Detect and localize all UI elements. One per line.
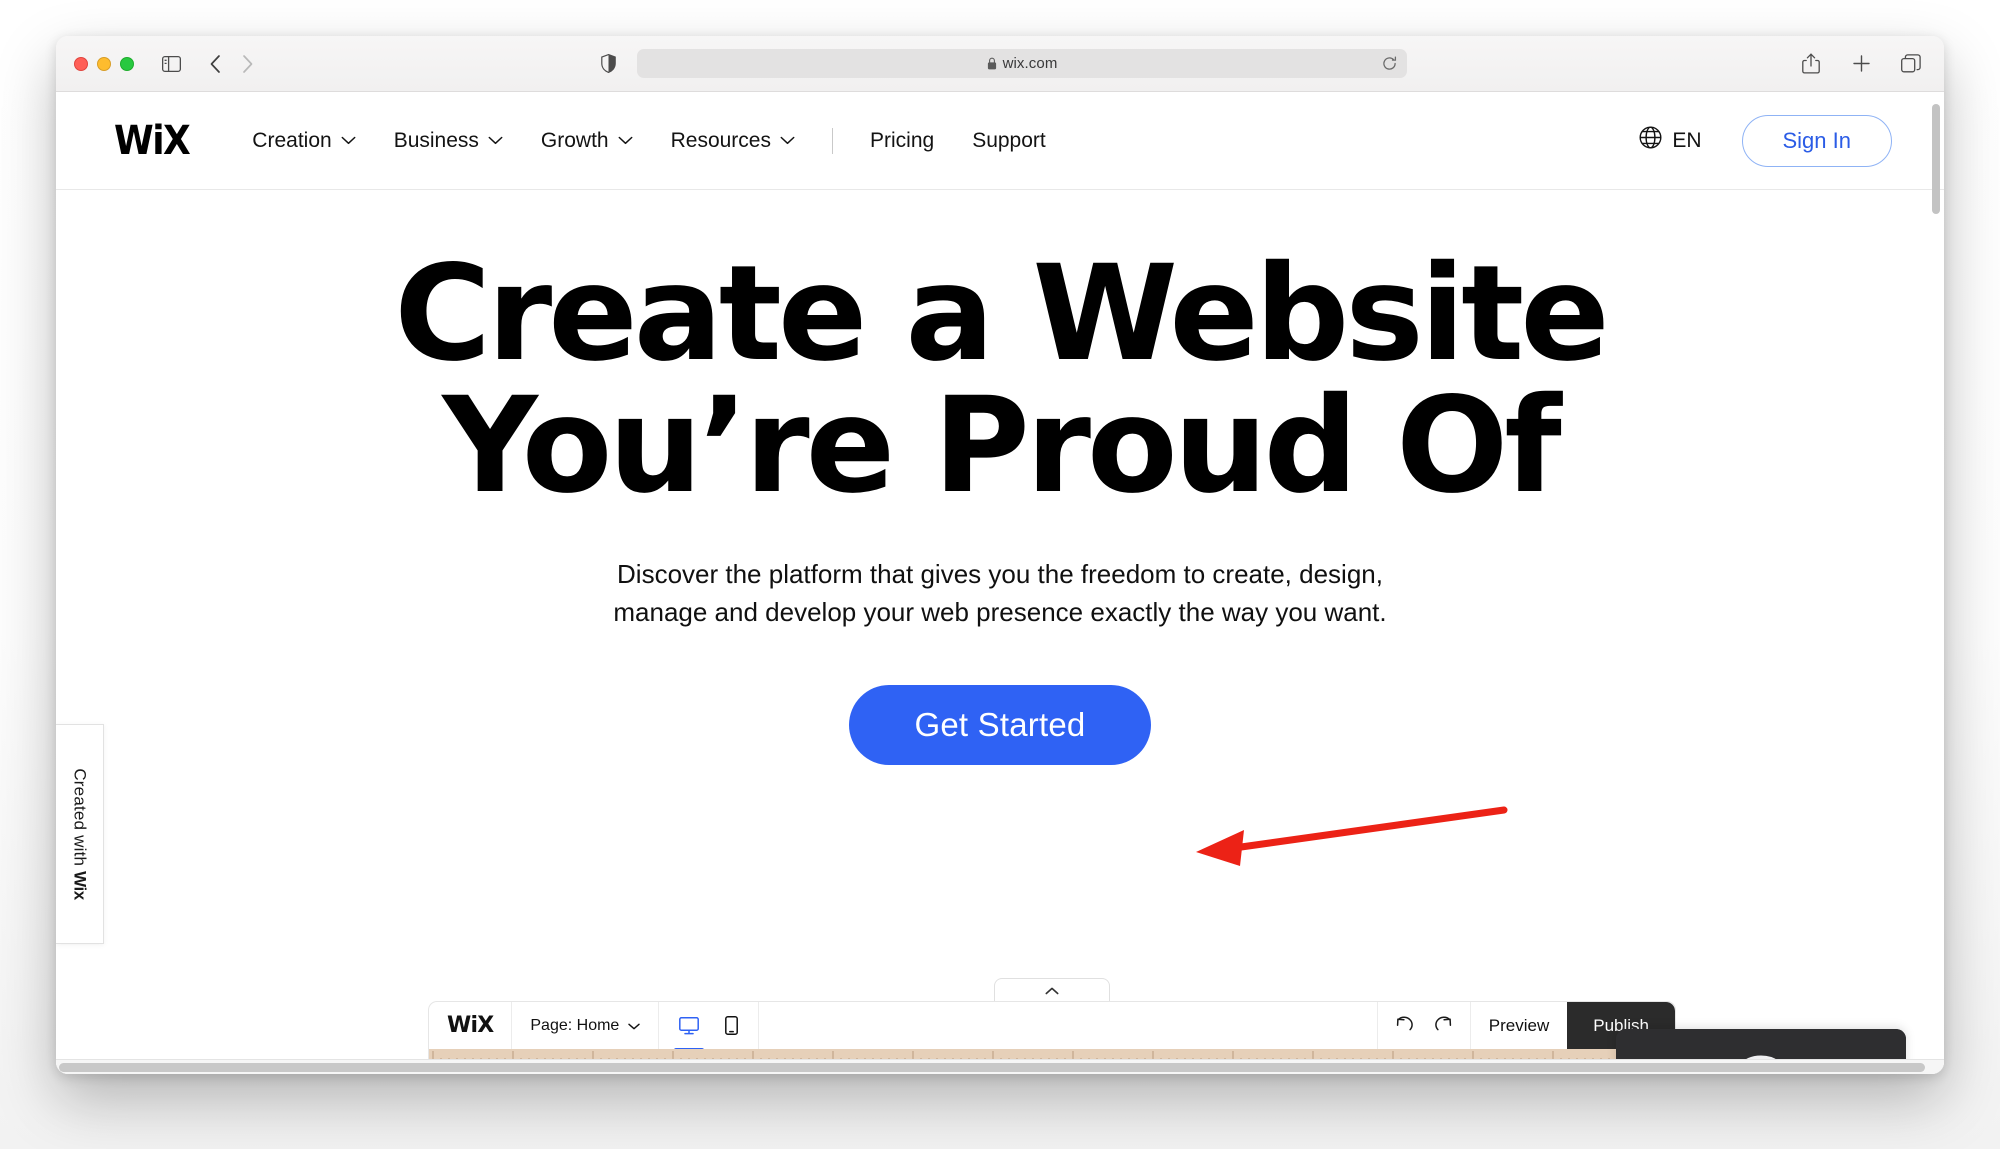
preview-label: Preview [1488, 1015, 1550, 1035]
nav-item-pricing[interactable]: Pricing [851, 121, 953, 161]
reload-icon[interactable] [1382, 56, 1397, 71]
chevron-down-icon [488, 136, 503, 145]
nav-label: Growth [540, 128, 609, 152]
toolbar-right-actions [1796, 49, 1926, 79]
privacy-shield-icon[interactable] [593, 49, 623, 79]
site-header: WiX Creation Business Growth Resources P… [56, 92, 1944, 190]
page-selector[interactable]: Page: Home [512, 1002, 660, 1049]
page-selector-label: Page: Home [530, 1016, 620, 1034]
close-window-button[interactable] [74, 56, 88, 71]
url-bar[interactable]: wix.com [637, 49, 1407, 78]
chevron-down-icon [341, 136, 356, 145]
desktop-icon[interactable] [674, 1013, 705, 1049]
created-with-prefix: Created with [70, 768, 90, 872]
url-text: wix.com [1002, 55, 1058, 72]
cta-container: Get Started [56, 685, 1944, 766]
nav-divider [831, 127, 833, 154]
chevron-up-icon[interactable] [994, 978, 1110, 1002]
header-right-actions: EN Sign In [1629, 114, 1892, 167]
share-icon[interactable] [1796, 49, 1826, 79]
nav-label: Pricing [869, 128, 935, 152]
editor-wix-logo[interactable]: WiX [429, 1002, 513, 1049]
created-with-brand: Wix [70, 871, 90, 900]
horizontal-scrollbar[interactable] [56, 1059, 1944, 1074]
nav-item-resources[interactable]: Resources [652, 121, 814, 161]
minimize-window-button[interactable] [97, 56, 111, 71]
view-mode-toggles [659, 1002, 760, 1049]
page-title: Create a Website You’re Proud Of [300, 248, 1700, 512]
language-code: EN [1672, 128, 1702, 152]
created-with-wix-badge[interactable]: Created with Wix [56, 724, 104, 944]
redo-icon[interactable] [1434, 1015, 1452, 1036]
hero-title-line-1: Create a Website [394, 237, 1610, 391]
mobile-icon[interactable] [723, 1012, 740, 1039]
editor-toolbar-spacer [759, 1002, 1378, 1049]
main-navigation: Creation Business Growth Resources Prici… [233, 121, 1064, 161]
page-viewport: WiX Creation Business Growth Resources P… [56, 92, 1944, 1074]
maximize-window-button[interactable] [120, 56, 134, 71]
vertical-scrollbar-thumb[interactable] [1932, 104, 1940, 214]
hero-section: Create a Website You’re Proud Of Discove… [56, 190, 1944, 766]
plus-icon[interactable] [1846, 49, 1876, 79]
lock-icon [987, 57, 997, 70]
get-started-button[interactable]: Get Started [848, 685, 1152, 766]
preview-button[interactable]: Preview [1471, 1002, 1567, 1049]
annotation-arrow-icon [1196, 806, 1508, 866]
nav-item-creation[interactable]: Creation [233, 121, 374, 161]
chevron-down-icon [780, 136, 795, 145]
chevron-left-icon[interactable] [200, 49, 230, 79]
hero-subtitle-line-1: Discover the platform that gives you the… [617, 559, 1383, 589]
globe-icon [1639, 126, 1662, 155]
editor-wix-logo-text: WiX [447, 1013, 494, 1038]
sign-in-button[interactable]: Sign In [1741, 114, 1892, 167]
vertical-scrollbar[interactable] [1931, 96, 1942, 838]
nav-item-business[interactable]: Business [375, 121, 522, 161]
editor-toolbar: WiX Page: Home Preview Publish [428, 1001, 1676, 1049]
chevron-down-icon [628, 1017, 641, 1035]
wix-logo[interactable]: WiX [114, 117, 191, 164]
nav-item-growth[interactable]: Growth [522, 121, 652, 161]
chevron-down-icon [618, 136, 633, 145]
tabs-overview-icon[interactable] [1896, 49, 1926, 79]
browser-toolbar: wix.com [56, 36, 1944, 92]
nav-label: Support [972, 128, 1046, 152]
nav-label: Business [393, 128, 479, 152]
nav-label: Creation [252, 128, 332, 152]
address-bar-area: wix.com [593, 49, 1407, 79]
nav-label: Resources [670, 128, 771, 152]
sidebar-icon[interactable] [156, 49, 186, 79]
chevron-right-icon[interactable] [232, 49, 262, 79]
wix-logo-text: WiX [114, 117, 191, 164]
hero-subtitle-line-2: manage and develop your web presence exa… [613, 596, 1387, 627]
undo-redo-group [1378, 1002, 1471, 1049]
hero-title-line-2: You’re Proud Of [442, 369, 1561, 523]
created-with-wix-label: Created with Wix [70, 768, 90, 899]
browser-window: wix.com WiX Creation Business Growth Res… [56, 36, 1944, 1074]
hero-subtitle: Discover the platform that gives you the… [520, 556, 1480, 631]
language-selector[interactable]: EN [1629, 120, 1711, 161]
horizontal-scrollbar-thumb[interactable] [59, 1063, 1925, 1072]
undo-icon[interactable] [1396, 1015, 1414, 1036]
nav-item-support[interactable]: Support [953, 121, 1065, 161]
window-controls [74, 56, 134, 71]
